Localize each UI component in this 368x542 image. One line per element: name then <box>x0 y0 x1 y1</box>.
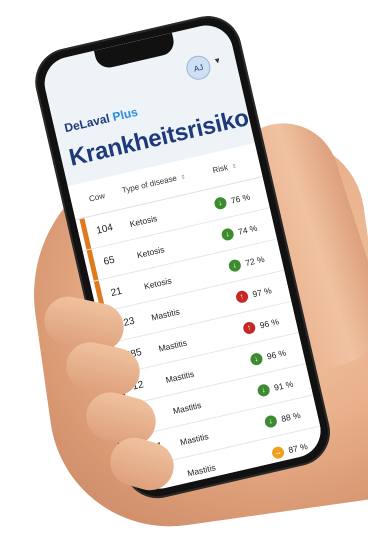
disease-type: Ketosis <box>143 274 173 291</box>
trend-up-icon: ↑ <box>234 289 249 304</box>
risk-cell: ↓ 88 % <box>247 405 318 432</box>
trend-down-icon: ↓ <box>248 351 264 366</box>
risk-value: 97 % <box>251 284 273 299</box>
trend-right-icon: → <box>270 445 285 460</box>
disease-type: Mastitis <box>150 305 181 323</box>
column-header-type[interactable]: Type of disease ⇕ <box>121 170 192 196</box>
disease-type: Mastitis <box>179 430 210 447</box>
column-header-risk[interactable]: Risk ⇕ <box>189 155 259 180</box>
disease-type: Ketosis <box>135 243 166 260</box>
risk-value: 76 % <box>229 191 251 206</box>
trend-down-icon: ↓ <box>256 382 271 398</box>
trend-up-icon: ↑ <box>241 320 257 335</box>
disease-type: Mastitis <box>171 399 203 416</box>
risk-cell: → 87 % <box>254 436 325 463</box>
risk-value: 72 % <box>244 253 266 268</box>
disease-type: Mastitis <box>157 337 188 354</box>
trend-down-icon: ↓ <box>220 226 235 242</box>
chevron-down-icon[interactable]: ▼ <box>213 56 223 67</box>
risk-value: 96 % <box>265 346 287 362</box>
risk-cell: ↓ 96 % <box>233 342 304 369</box>
trend-down-icon: ↓ <box>212 195 228 210</box>
risk-cell: ↑ 96 % <box>225 311 296 338</box>
trend-down-icon: ↓ <box>227 257 242 273</box>
risk-value: 87 % <box>287 440 309 455</box>
risk-cell: ↓ 76 % <box>197 186 268 213</box>
risk-cell: ↓ 74 % <box>204 218 275 245</box>
risk-value: 96 % <box>258 315 280 330</box>
risk-value: 74 % <box>236 222 259 237</box>
risk-cell: ↓ 72 % <box>211 249 282 276</box>
top-bar: AJ ▼ <box>39 20 241 124</box>
disease-type: Mastitis <box>164 368 195 385</box>
column-header-cow[interactable]: Cow <box>71 187 124 207</box>
risk-value: 88 % <box>280 409 302 424</box>
disease-type: Mastitis <box>186 461 217 478</box>
trend-down-icon: ↓ <box>263 413 278 429</box>
disease-type: Ketosis <box>128 212 159 229</box>
sort-icon[interactable]: ⇕ <box>180 174 186 181</box>
risk-cell: ↑ 97 % <box>218 280 289 307</box>
risk-cell: ↓ 91 % <box>240 373 311 400</box>
avatar[interactable]: AJ <box>184 53 213 83</box>
sort-icon[interactable]: ⇕ <box>231 163 237 170</box>
risk-value: 91 % <box>272 378 295 393</box>
